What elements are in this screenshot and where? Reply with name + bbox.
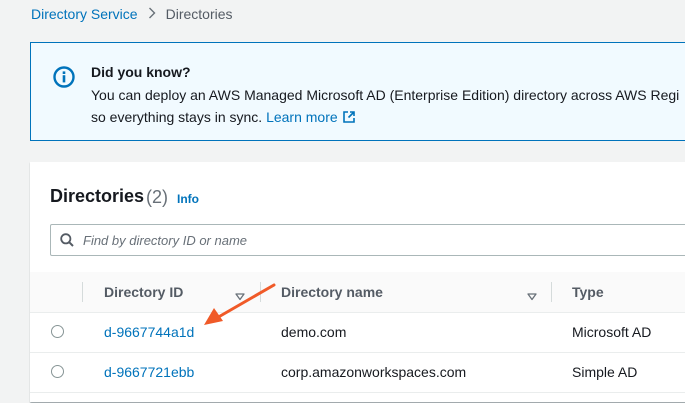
table-row[interactable]: d-9667721ebb corp.amazonworkspaces.com S… <box>30 352 685 393</box>
search-field[interactable] <box>50 224 685 256</box>
column-header-directory-name[interactable]: Directory name <box>281 284 383 300</box>
alert-line-1: You can deploy an AWS Managed Microsoft … <box>91 87 680 103</box>
directories-panel: Directories (2) Info Directory ID Direct… <box>30 162 685 402</box>
breadcrumb: Directory Service Directories <box>31 6 233 22</box>
row-select-radio[interactable] <box>51 365 64 378</box>
alert-title: Did you know? <box>91 64 191 80</box>
table-header: Directory ID Directory name Type <box>30 272 685 313</box>
directory-id-link[interactable]: d-9667721ebb <box>104 364 194 380</box>
directory-name: demo.com <box>281 324 347 340</box>
info-circle-icon <box>53 66 75 88</box>
table-row[interactable]: d-9667744a1d demo.com Microsoft AD <box>30 312 685 353</box>
alert-line-2-text: so everything stays in sync. <box>91 109 263 125</box>
info-link[interactable]: Info <box>177 192 199 206</box>
search-input[interactable] <box>83 225 683 255</box>
alert-line-2: so everything stays in sync. Learn more <box>91 106 685 130</box>
search-icon <box>60 233 74 252</box>
column-divider <box>551 282 552 302</box>
breadcrumb-directory-service[interactable]: Directory Service <box>31 6 138 22</box>
column-header-directory-id[interactable]: Directory ID <box>104 284 183 300</box>
column-header-type[interactable]: Type <box>572 284 604 300</box>
directory-count: (2) <box>146 187 168 207</box>
annotation-arrow-icon <box>204 283 276 325</box>
directory-name: corp.amazonworkspaces.com <box>281 364 467 380</box>
external-link-icon[interactable] <box>342 108 356 130</box>
alert-body: You can deploy an AWS Managed Microsoft … <box>91 84 685 130</box>
sort-caret-icon[interactable] <box>527 288 537 306</box>
directory-type: Microsoft AD <box>572 324 652 340</box>
info-alert: Did you know? You can deploy an AWS Mana… <box>30 42 685 141</box>
directory-type: Simple AD <box>572 364 638 380</box>
directory-id-link[interactable]: d-9667744a1d <box>104 324 194 340</box>
chevron-right-icon <box>148 6 156 22</box>
learn-more-link[interactable]: Learn more <box>266 109 338 125</box>
panel-title: Directories <box>50 186 145 206</box>
column-divider <box>82 282 83 302</box>
row-select-radio[interactable] <box>51 325 64 338</box>
breadcrumb-current: Directories <box>165 6 233 22</box>
